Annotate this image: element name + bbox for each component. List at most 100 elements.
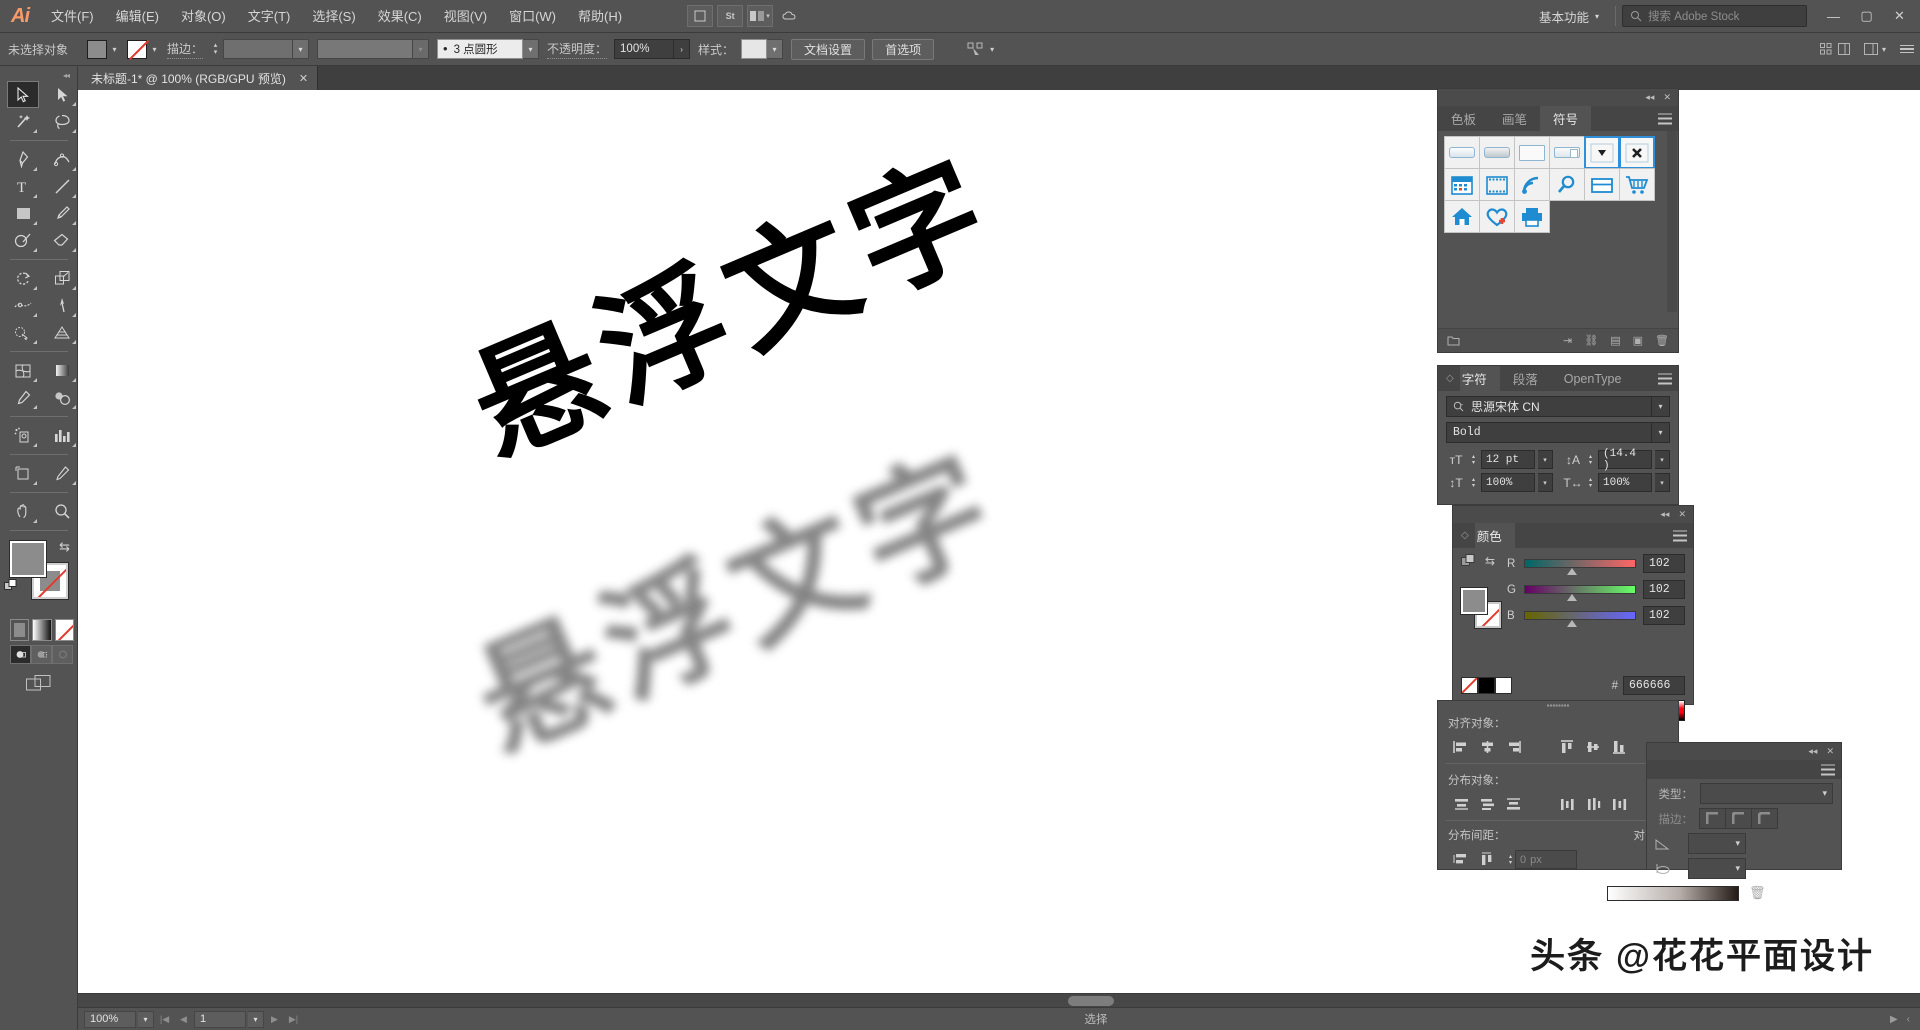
default-fill-stroke-icon[interactable]	[4, 579, 18, 593]
type-tool[interactable]: T	[7, 173, 39, 200]
document-tab[interactable]: 未标题-1* @ 100% (RGB/GPU 预览) ✕	[78, 66, 319, 90]
opacity-flyout-icon[interactable]: ›	[674, 39, 691, 59]
blend-tool[interactable]	[46, 384, 78, 411]
distribute-left-icon[interactable]	[1554, 794, 1580, 814]
select-similar-options[interactable]: ▾	[967, 42, 994, 57]
stroke-corner-round-icon[interactable]	[1725, 808, 1752, 829]
maximize-button[interactable]: ▢	[1850, 3, 1883, 29]
type-select[interactable]: ▾	[1700, 783, 1833, 804]
panel-menu-icon[interactable]	[1658, 113, 1672, 124]
stroke-profile-dropdown-icon[interactable]: ▾	[413, 39, 430, 59]
free-transform-tool[interactable]	[46, 292, 78, 319]
fill-color-swatch[interactable]	[87, 39, 107, 59]
slider-thumb-b[interactable]	[1566, 620, 1577, 627]
value-b[interactable]: 102	[1643, 606, 1685, 625]
align-center-vertical-icon[interactable]	[1580, 737, 1606, 757]
draw-inside-mode[interactable]	[52, 645, 73, 664]
slider-thumb-g[interactable]	[1566, 594, 1577, 601]
panel-grip-icon[interactable]: ◇	[1438, 366, 1460, 391]
stock-search-input[interactable]: 搜索 Adobe Stock	[1622, 5, 1807, 27]
symbol-heart-plus[interactable]	[1479, 200, 1515, 233]
place-symbol-instance-icon[interactable]: ⇥	[1563, 334, 1572, 347]
stroke-weight-dropdown-icon[interactable]: ▾	[293, 39, 310, 59]
close-icon[interactable]: ✕	[1826, 746, 1834, 757]
distribute-bottom-icon[interactable]	[1500, 794, 1526, 814]
menu-object[interactable]: 对象(O)	[170, 0, 237, 33]
distribute-right-icon[interactable]	[1606, 794, 1632, 814]
font-family-dropdown-icon[interactable]: ▾	[1652, 396, 1670, 417]
panel-menu-icon[interactable]	[1673, 530, 1687, 541]
leading-stepper[interactable]: ▴ ▾	[1586, 454, 1595, 466]
font-size-dropdown-icon[interactable]: ▾	[1538, 450, 1553, 469]
distribute-center-vertical-icon[interactable]	[1474, 794, 1500, 814]
font-style-dropdown-icon[interactable]: ▾	[1652, 422, 1670, 443]
scale-tool[interactable]	[46, 265, 78, 292]
align-center-horizontal-icon[interactable]	[1474, 737, 1500, 757]
panel-drag-grip[interactable]: ▪▪▪▪▪▪▪▪	[1438, 701, 1678, 710]
cloud-sync-icon[interactable]	[777, 5, 803, 27]
value-g[interactable]: 102	[1643, 580, 1685, 599]
spacing-field[interactable]: 0 px	[1515, 850, 1577, 869]
color-mode-solid[interactable]	[10, 619, 30, 641]
gradient-slider-bar[interactable]	[1607, 885, 1739, 901]
minimize-button[interactable]: —	[1817, 3, 1850, 29]
scrollbar-thumb[interactable]	[1068, 996, 1114, 1006]
symbol-printer[interactable]	[1514, 200, 1550, 233]
menu-type[interactable]: 文字(T)	[237, 0, 302, 33]
collapse-icon[interactable]: ◂◂	[1645, 92, 1654, 103]
symbol-sprayer-tool[interactable]	[7, 422, 39, 449]
menu-help[interactable]: 帮助(H)	[567, 0, 633, 33]
arrange-toggle-icons[interactable]	[1819, 43, 1850, 55]
aspect-select[interactable]: ▾	[1688, 858, 1746, 879]
hand-tool[interactable]	[7, 498, 39, 525]
color-mode-gradient[interactable]	[32, 619, 52, 641]
direct-selection-tool[interactable]	[46, 81, 78, 108]
symbol-button-pill-light[interactable]	[1444, 136, 1480, 169]
vertical-scale-dropdown-icon[interactable]: ▾	[1538, 473, 1553, 492]
menu-file[interactable]: 文件(F)	[40, 0, 105, 33]
paintbrush-tool[interactable]	[46, 200, 78, 227]
gradient-tool[interactable]	[46, 357, 78, 384]
width-tool[interactable]	[7, 292, 39, 319]
curvature-tool[interactable]	[46, 146, 78, 173]
stroke-corner-bevel-icon[interactable]	[1751, 808, 1778, 829]
stroke-weight-field[interactable]	[223, 39, 294, 59]
align-top-icon[interactable]	[1554, 737, 1580, 757]
eraser-tool[interactable]	[46, 227, 78, 254]
close-button[interactable]: ✕	[1883, 3, 1916, 29]
workspace-switcher[interactable]: 基本功能 ▾	[1529, 7, 1609, 26]
tab-paragraph[interactable]: 段落	[1499, 366, 1551, 391]
symbol-close-x[interactable]	[1619, 136, 1655, 169]
tab-swatches[interactable]: 色板	[1438, 106, 1490, 131]
menu-view[interactable]: 视图(V)	[433, 0, 498, 33]
tab-character[interactable]: 字符	[1459, 366, 1500, 391]
symbol-button-pill-gray[interactable]	[1479, 136, 1515, 169]
stroke-profile-field[interactable]	[317, 39, 414, 59]
vertical-scale-field[interactable]: 100%	[1481, 473, 1535, 492]
brush-definition-dropdown-icon[interactable]: ▾	[523, 39, 540, 59]
magic-wand-tool[interactable]	[7, 108, 39, 135]
symbols-scrollbar[interactable]	[1667, 131, 1677, 312]
fill-stroke-toggle-icon[interactable]	[1461, 554, 1475, 568]
menu-select[interactable]: 选择(S)	[301, 0, 366, 33]
horizontal-scale-field[interactable]: 100%	[1598, 473, 1652, 492]
screen-mode-button[interactable]	[24, 673, 54, 695]
align-left-icon[interactable]	[1448, 737, 1474, 757]
artboard-dropdown-icon[interactable]: ▾	[248, 1010, 264, 1028]
rectangle-tool[interactable]	[7, 200, 39, 227]
hex-field[interactable]: 666666	[1623, 676, 1685, 695]
vertical-distribute-space-icon[interactable]	[1448, 849, 1474, 869]
status-resize-icon[interactable]: ‹	[1907, 1014, 1910, 1025]
font-style-input[interactable]: Bold	[1446, 422, 1652, 443]
opacity-field[interactable]: 100%	[614, 39, 675, 59]
draw-normal-mode[interactable]	[10, 645, 31, 664]
black-color-swatch[interactable]	[1478, 677, 1495, 694]
symbol-film[interactable]	[1479, 168, 1515, 201]
new-symbol-icon[interactable]: ▣	[1633, 334, 1643, 347]
menu-effect[interactable]: 效果(C)	[367, 0, 433, 33]
font-size-field[interactable]: 12 pt	[1481, 450, 1535, 469]
arrange-documents-icon[interactable]: ▾	[747, 5, 774, 27]
symbol-dropdown-arrow[interactable]	[1584, 136, 1620, 169]
panel-menu-icon[interactable]	[1658, 373, 1672, 384]
symbol-panel-box[interactable]	[1514, 136, 1550, 169]
